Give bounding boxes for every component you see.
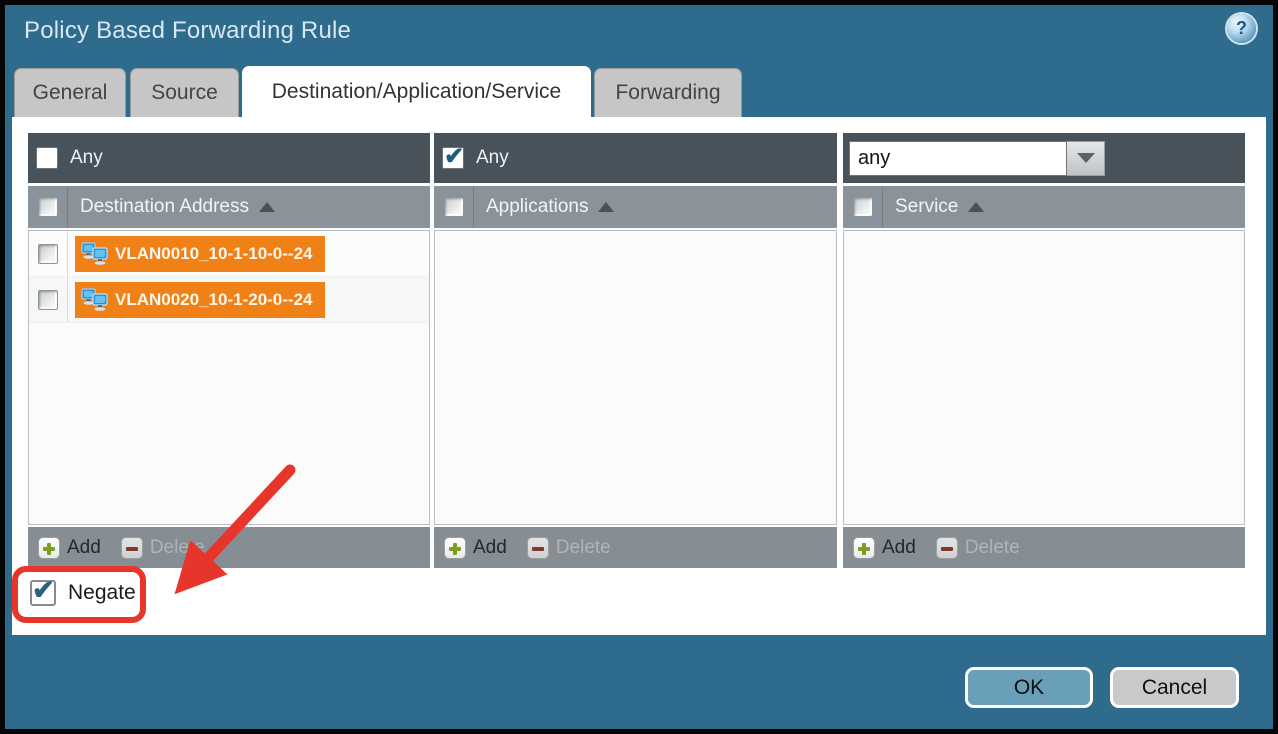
service-column: any Service Add [843,133,1245,568]
tab-destination-application-service[interactable]: Destination/Application/Service [242,66,591,118]
destination-delete-button[interactable]: Delete [121,537,205,559]
service-footer-bar: Add Delete [843,527,1245,568]
service-dropdown-value[interactable]: any [849,141,1067,176]
row-checkbox[interactable] [38,244,58,264]
destination-address-chip[interactable]: VLAN0010_10-1-10-0--24 [75,236,325,272]
service-dropdown[interactable]: any [849,141,1105,176]
destination-list: VLAN0010_10-1-10-0--24 [28,230,430,525]
delete-button-label: Delete [965,537,1020,559]
applications-any-bar: Any [434,133,837,183]
applications-any-checkbox[interactable] [442,147,464,169]
destination-any-checkbox[interactable] [36,147,58,169]
tab-forwarding-label: Forwarding [615,81,720,105]
applications-any-label: Any [476,147,509,169]
destination-add-button[interactable]: Add [38,537,101,559]
service-add-button[interactable]: Add [853,537,916,559]
ok-button[interactable]: OK [965,667,1093,708]
destination-select-all-checkbox[interactable] [38,197,58,217]
destination-address-value: VLAN0010_10-1-10-0--24 [115,244,313,264]
applications-header-label: Applications [486,196,588,218]
service-column-header[interactable]: Service [843,186,1245,228]
cancel-button[interactable]: Cancel [1110,667,1239,708]
help-icon[interactable]: ? [1227,14,1256,43]
destination-footer-bar: Add Delete [28,527,430,568]
add-plus-icon [444,537,466,559]
service-list [843,230,1245,525]
applications-list [434,230,837,525]
destination-any-label: Any [70,147,103,169]
service-delete-button[interactable]: Delete [936,537,1020,559]
destination-column: Any Destination Address [28,133,430,568]
sort-ascending-icon [968,202,984,212]
dialog-title: Policy Based Forwarding Rule [24,17,351,45]
applications-delete-button[interactable]: Delete [527,537,611,559]
delete-minus-icon [121,537,143,559]
table-row[interactable]: VLAN0020_10-1-20-0--24 [29,277,429,323]
applications-column-header[interactable]: Applications [434,186,837,228]
row-checkbox[interactable] [38,290,58,310]
pbf-rule-dialog: Policy Based Forwarding Rule ? General S… [0,0,1278,734]
delete-minus-icon [936,537,958,559]
delete-button-label: Delete [556,537,611,559]
table-row[interactable]: VLAN0010_10-1-10-0--24 [29,231,429,277]
negate-label: Negate [68,581,136,605]
applications-add-button[interactable]: Add [444,537,507,559]
ok-button-label: OK [1014,676,1044,700]
add-button-label: Add [473,537,507,559]
tab-content-panel: Any Destination Address [12,117,1266,635]
applications-select-all-checkbox[interactable] [444,197,464,217]
question-glyph: ? [1236,18,1247,39]
add-button-label: Add [882,537,916,559]
dropdown-button[interactable] [1067,141,1105,176]
add-button-label: Add [67,537,101,559]
tab-source[interactable]: Source [130,68,239,117]
delete-minus-icon [527,537,549,559]
applications-column: Any Applications Add Delete [434,133,837,568]
tab-source-label: Source [151,81,218,105]
tab-general[interactable]: General [14,68,126,117]
network-computers-icon [81,288,108,311]
add-plus-icon [38,537,60,559]
applications-footer-bar: Add Delete [434,527,837,568]
tab-forwarding[interactable]: Forwarding [594,68,742,117]
service-select-all-checkbox[interactable] [853,197,873,217]
tab-destination-label: Destination/Application/Service [272,80,562,104]
delete-button-label: Delete [150,537,205,559]
destination-address-chip[interactable]: VLAN0020_10-1-20-0--24 [75,282,325,318]
cancel-button-label: Cancel [1142,676,1207,700]
network-computers-icon [81,242,108,265]
screenshot-root: Policy Based Forwarding Rule ? General S… [0,0,1278,734]
negate-checkbox[interactable] [30,580,56,606]
destination-any-bar: Any [28,133,430,183]
destination-column-header[interactable]: Destination Address [28,186,430,228]
tab-general-label: General [33,81,108,105]
sort-ascending-icon [259,202,275,212]
destination-address-value: VLAN0020_10-1-20-0--24 [115,290,313,310]
destination-header-label: Destination Address [80,196,249,218]
chevron-down-icon [1077,153,1095,163]
service-any-bar: any [843,133,1245,183]
sort-ascending-icon [598,202,614,212]
service-header-label: Service [895,196,958,218]
add-plus-icon [853,537,875,559]
